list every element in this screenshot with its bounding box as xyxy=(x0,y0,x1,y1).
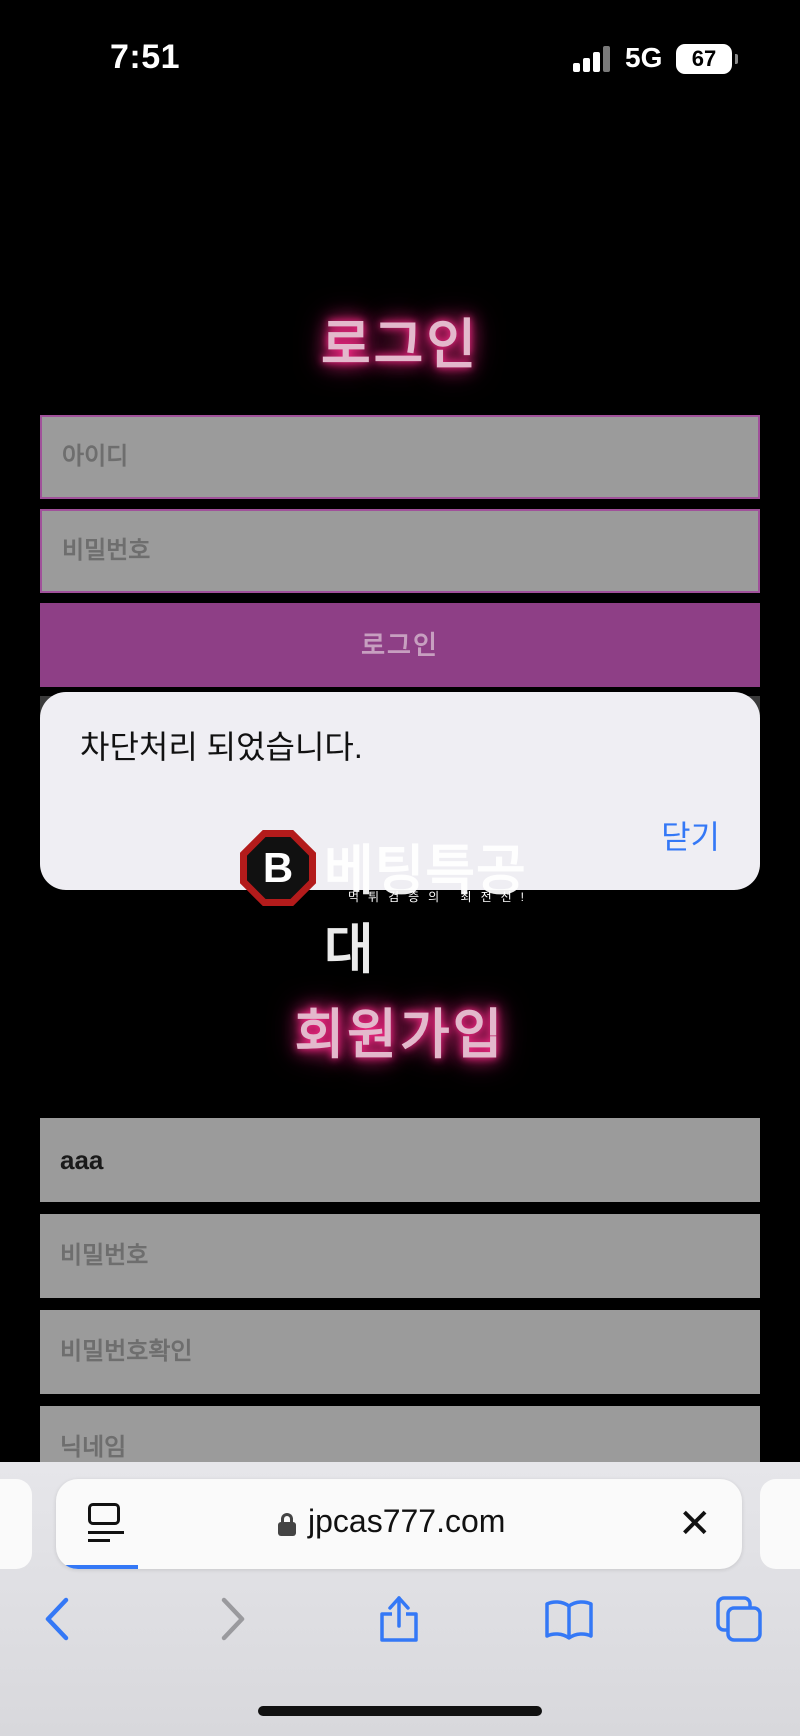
alert-close-button[interactable]: 닫기 xyxy=(661,812,720,858)
address-bar[interactable]: jpcas777.com ✕ xyxy=(56,1479,742,1569)
login-id-input[interactable]: 아이디 xyxy=(40,415,760,499)
login-password-input[interactable]: 비밀번호 xyxy=(40,509,760,593)
signup-title: 회원가입 xyxy=(294,1005,506,1065)
watermark-badge-icon: B xyxy=(240,830,316,906)
share-icon[interactable] xyxy=(374,1594,424,1644)
alert-message: 차단처리 되었습니다. xyxy=(80,729,363,765)
signup-password-input[interactable]: 비밀번호 xyxy=(40,1214,760,1298)
lock-icon xyxy=(278,1513,296,1536)
login-title: 로그인 xyxy=(320,315,480,375)
signup-password-confirm-input[interactable]: 비밀번호확인 xyxy=(40,1310,760,1394)
tabs-icon[interactable] xyxy=(714,1594,764,1644)
battery-icon: 67 xyxy=(676,44,738,74)
network-type: 5G xyxy=(625,42,663,73)
watermark-logo: B 베팅특공대 먹튀검증의 최전선! xyxy=(240,826,570,980)
loading-progress xyxy=(56,1565,138,1569)
watermark-badge-letter: B xyxy=(247,837,309,899)
status-time: 7:51 xyxy=(110,38,181,76)
close-icon[interactable]: ✕ xyxy=(678,1504,712,1544)
forward-icon[interactable] xyxy=(206,1594,256,1644)
signup-id-input[interactable]: aaa xyxy=(40,1118,760,1202)
home-indicator xyxy=(258,1706,542,1716)
page-menu-icon[interactable] xyxy=(88,1503,124,1543)
status-bar: 7:51 5G 67 xyxy=(0,0,800,110)
next-tab-preview[interactable] xyxy=(760,1479,800,1569)
watermark-subtitle: 먹튀검증의 최전선! xyxy=(348,890,533,904)
bookmarks-icon[interactable] xyxy=(544,1594,594,1644)
cellular-signal-icon xyxy=(573,46,613,72)
login-button[interactable]: 로그인 xyxy=(40,603,760,687)
url-text[interactable]: jpcas777.com xyxy=(308,1503,505,1540)
previous-tab-preview[interactable] xyxy=(0,1479,32,1569)
watermark-title: 베팅특공대 xyxy=(324,841,527,980)
back-icon[interactable] xyxy=(34,1594,84,1644)
